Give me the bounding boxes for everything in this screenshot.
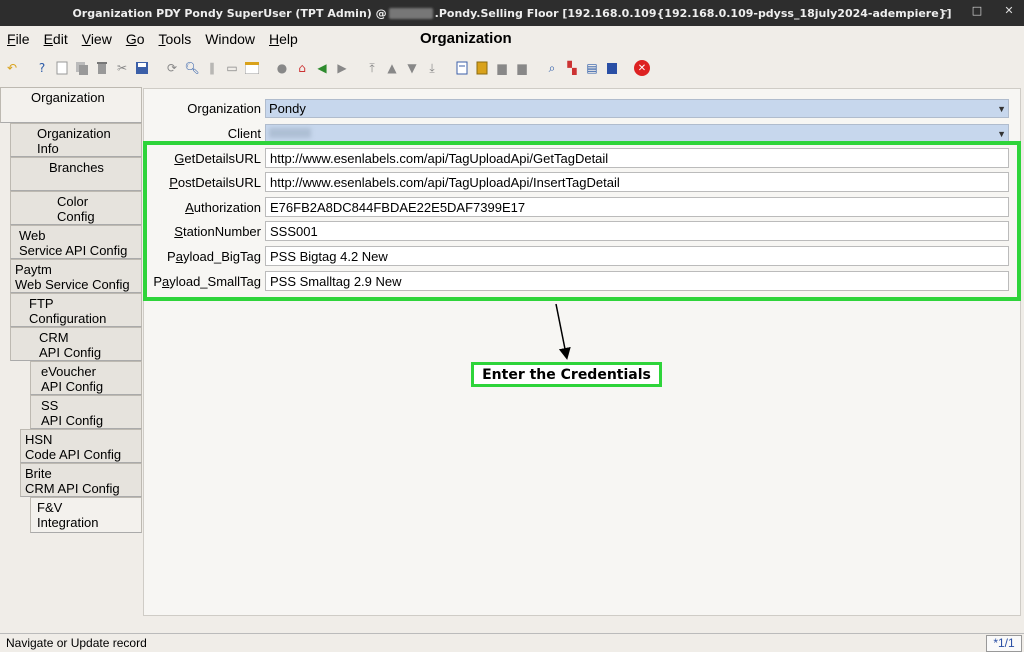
getdetailsurl-row: GetDetailsURL http://www.esenlabels.com/… [143, 148, 1009, 168]
maximize-icon[interactable]: □ [970, 4, 984, 17]
print-preview-icon[interactable]: ▆ [494, 60, 510, 76]
home-icon[interactable]: ⌂ [294, 60, 310, 76]
delete-icon[interactable] [94, 60, 110, 76]
client-label: Client [227, 125, 261, 141]
menu-edit[interactable]: Edit [37, 31, 75, 47]
window-title-prefix: Organization PDY Pondy SuperUser (TPT Ad… [72, 6, 387, 20]
tab-fv-integration[interactable]: F&V Integration [30, 497, 142, 533]
new-record-icon[interactable] [54, 60, 70, 76]
authorization-input[interactable]: E76FB2A8DC844FBDAE22E5DAF7399E17 [265, 197, 1009, 217]
chat-icon[interactable]: ▭ [224, 60, 240, 76]
organization-select[interactable]: Pondy ▼ [265, 98, 1009, 118]
product-info-icon[interactable] [604, 60, 620, 76]
menu-view[interactable]: View [75, 31, 119, 47]
stationnumber-label: StationNumber [174, 223, 261, 239]
tab-organization-info[interactable]: Organization Info [10, 123, 142, 157]
payload-bigtag-input[interactable]: PSS Bigtag 4.2 New [265, 246, 1009, 266]
detail-record-icon[interactable]: ▶ [334, 60, 350, 76]
payload-bigtag-label: Payload_BigTag [167, 248, 261, 264]
undo-icon[interactable]: ↶ [4, 60, 20, 76]
status-bar: Navigate or Update record *1/1 [0, 633, 1024, 652]
client-row: Client ▼ [143, 123, 1009, 143]
menu-bar: File Edit View Go Tools Window Help [0, 27, 1024, 51]
minimize-icon[interactable]: – [938, 4, 952, 17]
grid-toggle-icon[interactable] [244, 60, 260, 76]
getdetailsurl-label: GetDetailsURL [174, 150, 261, 166]
refresh-icon[interactable]: ⟳ [164, 60, 180, 76]
client-select[interactable]: ▼ [265, 123, 1009, 143]
delete-selection-icon[interactable]: ✂ [114, 60, 130, 76]
help-icon[interactable]: ? [34, 60, 50, 76]
close-icon[interactable]: ✕ [1002, 4, 1016, 17]
menu-file[interactable]: File [0, 31, 37, 47]
tab-ftp-configuration[interactable]: FTP Configuration [10, 293, 142, 327]
parent-record-icon[interactable]: ◀ [314, 60, 330, 76]
organization-value: Pondy [269, 100, 306, 116]
workflow-icon[interactable]: ▚ [564, 60, 580, 76]
authorization-label: Authorization [185, 199, 261, 215]
record-counter[interactable]: *1/1 [986, 635, 1022, 652]
postdetailsurl-row: PostDetailsURL http://www.esenlabels.com… [143, 172, 1009, 192]
previous-record-icon[interactable]: ▲ [384, 60, 400, 76]
annotation-arrow [555, 303, 571, 360]
first-record-icon[interactable]: ⤒ [364, 60, 380, 76]
payload-smalltag-row: Payload_SmallTag PSS Smalltag 2.9 New [143, 271, 1009, 291]
find-icon[interactable]: 🔍︎ [184, 60, 200, 76]
attachment-icon[interactable]: ∥ [204, 60, 220, 76]
redacted-text [269, 128, 311, 138]
payload-bigtag-row: Payload_BigTag PSS Bigtag 4.2 New [143, 246, 1009, 266]
organization-row: Organization Pondy ▼ [143, 98, 1009, 118]
redacted-text [388, 7, 433, 19]
tab-brite-crm-api-config[interactable]: Brite CRM API Config [20, 463, 142, 497]
window-title-suffix: .Pondy.Selling Floor [192.168.0.109{192.… [434, 6, 952, 20]
save-icon[interactable] [134, 60, 150, 76]
zoom-across-icon[interactable]: ⌕ [544, 60, 560, 76]
getdetailsurl-input[interactable]: http://www.esenlabels.com/api/TagUploadA… [265, 148, 1009, 168]
report-icon[interactable] [454, 60, 470, 76]
menu-help[interactable]: Help [262, 31, 305, 47]
tab-web-service-api-config[interactable]: Web Service API Config [10, 225, 142, 259]
toolbar: ↶ ? ✂ ⟳ 🔍︎ ∥ ▭ ● ⌂ ◀ ▶ ⤒ ▲ ▼ ⤓ ▆ ▆ ⌕ ▚ ▤… [4, 57, 654, 79]
chevron-down-icon: ▼ [997, 103, 1006, 114]
menu-go[interactable]: Go [119, 31, 152, 47]
window-heading: Organization [420, 30, 512, 47]
next-record-icon[interactable]: ▼ [404, 60, 420, 76]
archive-icon[interactable] [474, 60, 490, 76]
tab-paytm-web-service-config[interactable]: Paytm Web Service Config [10, 259, 142, 293]
exit-icon[interactable]: ✕ [634, 60, 650, 76]
authorization-row: Authorization E76FB2A8DC844FBDAE22E5DAF7… [143, 197, 1009, 217]
print-icon[interactable]: ▆ [514, 60, 530, 76]
last-record-icon[interactable]: ⤓ [424, 60, 440, 76]
postdetailsurl-label: PostDetailsURL [169, 174, 261, 190]
tab-hsn-code-api-config[interactable]: HSN Code API Config [20, 429, 142, 463]
tab-organization[interactable]: Organization [0, 87, 142, 123]
tab-branches[interactable]: Branches [10, 157, 142, 191]
process-icon[interactable]: ▤ [584, 60, 600, 76]
menu-window[interactable]: Window [198, 31, 262, 47]
history-icon[interactable]: ● [274, 60, 290, 76]
stationnumber-row: StationNumber SSS001 [143, 221, 1009, 241]
payload-smalltag-input[interactable]: PSS Smalltag 2.9 New [265, 271, 1009, 291]
annotation-callout: Enter the Credentials [471, 362, 662, 387]
stationnumber-input[interactable]: SSS001 [265, 221, 1009, 241]
window-title-bar: Organization PDY Pondy SuperUser (TPT Ad… [0, 0, 1024, 26]
postdetailsurl-input[interactable]: http://www.esenlabels.com/api/TagUploadA… [265, 172, 1009, 192]
menu-tools[interactable]: Tools [152, 31, 199, 47]
tab-crm-api-config[interactable]: CRM API Config [10, 327, 142, 361]
tab-ss-api-config[interactable]: SS API Config [30, 395, 142, 429]
organization-label: Organization [187, 100, 261, 116]
tab-list: Organization Organization Info Branches C… [0, 87, 142, 533]
copy-record-icon[interactable] [74, 60, 90, 76]
tab-color-config[interactable]: Color Config [10, 191, 142, 225]
payload-smalltag-label: Payload_SmallTag [153, 273, 261, 289]
status-message: Navigate or Update record [6, 636, 147, 650]
chevron-down-icon: ▼ [997, 128, 1006, 139]
tab-evoucher-api-config[interactable]: eVoucher API Config [30, 361, 142, 395]
